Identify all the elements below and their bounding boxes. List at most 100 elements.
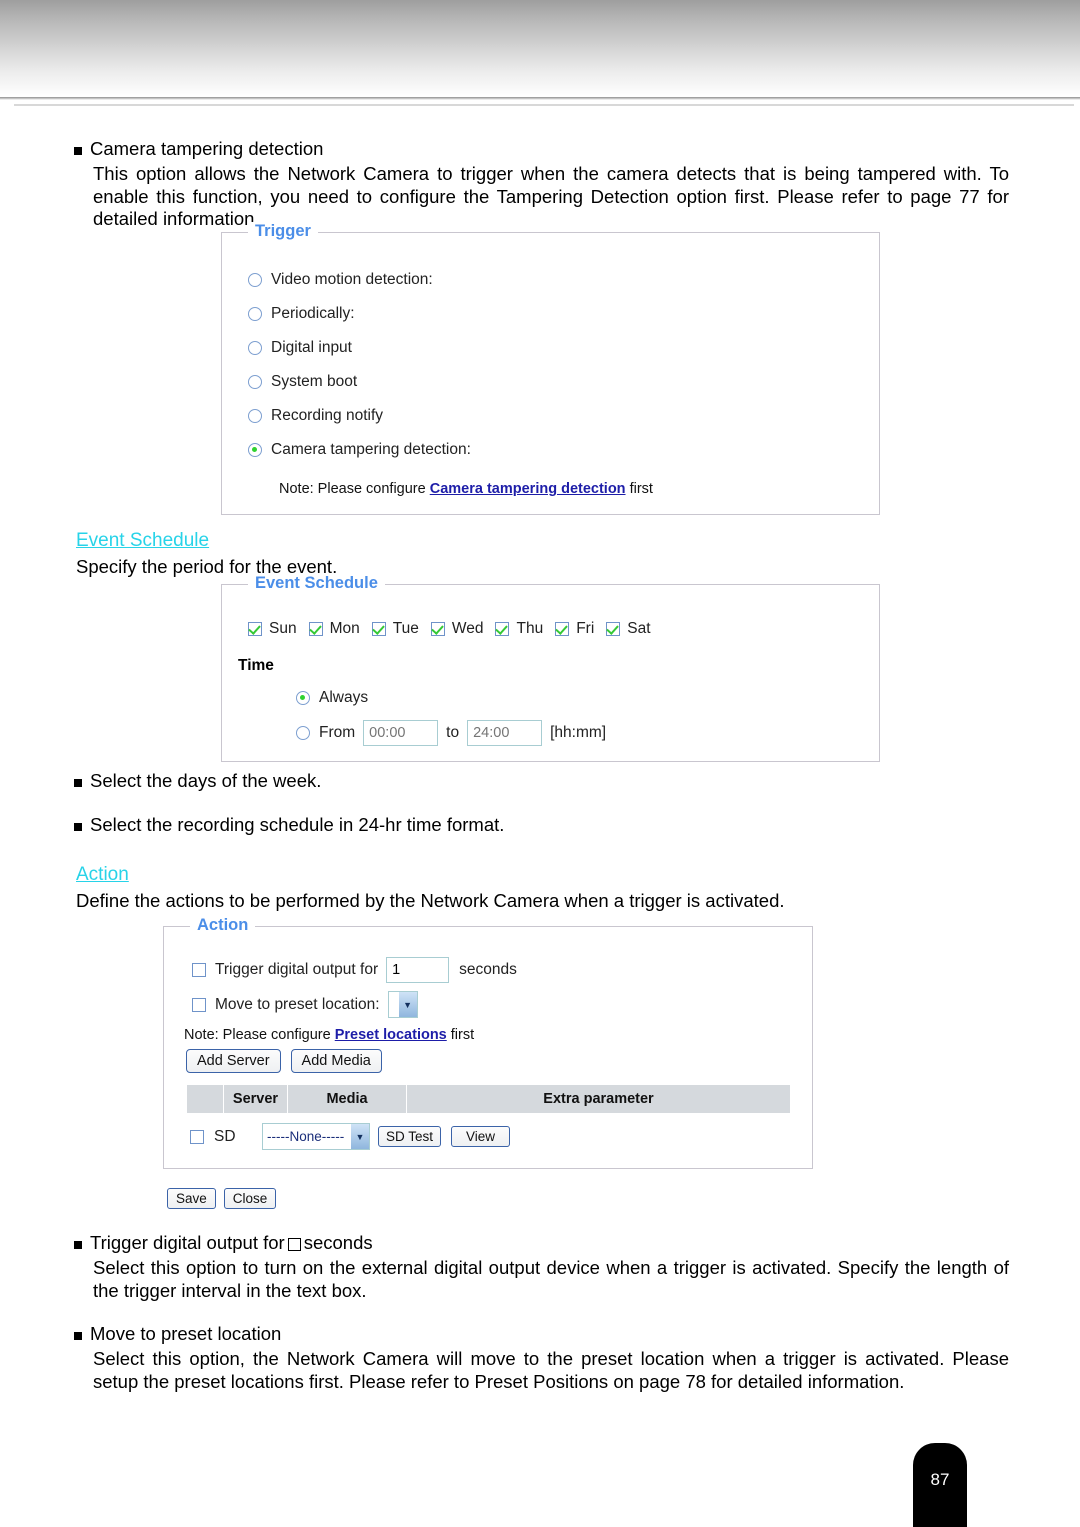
- action-trigger-digital-output-row[interactable]: Trigger digital output for seconds: [192, 957, 517, 983]
- checkbox-trigger-digital-output-icon[interactable]: [192, 963, 206, 977]
- add-media-button[interactable]: Add Media: [290, 1049, 382, 1073]
- radio-video-motion-detection-icon[interactable]: [248, 273, 262, 287]
- action-add-buttons: Add Server Add Media: [186, 1049, 382, 1073]
- action-table: Server Media Extra parameter: [186, 1084, 791, 1114]
- day-label-sat: Sat: [627, 620, 651, 637]
- preset-location-select[interactable]: ▼: [387, 991, 418, 1018]
- page-number: 87: [930, 1470, 950, 1489]
- bottom-bullet-row: Move to preset location: [74, 1323, 1009, 1345]
- bullet-square-icon: [74, 779, 82, 787]
- preset-locations-link[interactable]: Preset locations: [335, 1027, 447, 1043]
- trigger-option-label: Video motion detection:: [271, 271, 433, 288]
- to-label: to: [446, 724, 460, 741]
- action-move-to-preset-row[interactable]: Move to preset location: ▼: [192, 991, 418, 1018]
- page-number-tab: 87: [913, 1443, 967, 1527]
- to-time-input[interactable]: [467, 720, 543, 746]
- event-schedule-section: Event Schedule Specify the period for th…: [76, 530, 337, 578]
- trigger-option-video-motion-detection[interactable]: Video motion detection:: [248, 271, 433, 289]
- bullet-square-icon: [74, 823, 82, 831]
- radio-from-icon[interactable]: [296, 726, 310, 740]
- trigger-option-camera-tampering-detection[interactable]: Camera tampering detection:: [248, 441, 471, 459]
- trigger-panel: Trigger Video motion detection: Periodic…: [221, 222, 880, 515]
- trigger-option-recording-notify[interactable]: Recording notify: [248, 407, 383, 425]
- from-time-input[interactable]: [363, 720, 439, 746]
- checkbox-mon-icon[interactable]: [308, 622, 323, 636]
- media-select-value: -----None-----: [267, 1129, 345, 1144]
- radio-recording-notify-icon[interactable]: [248, 409, 262, 423]
- trigger-option-label: Camera tampering detection:: [271, 441, 471, 458]
- action-panel: Action Trigger digital output for second…: [163, 916, 813, 1169]
- trigger-option-label: Periodically:: [271, 305, 355, 322]
- media-select[interactable]: -----None----- ▼: [262, 1123, 370, 1150]
- bottom-bullet-title: Trigger digital output for seconds: [90, 1232, 373, 1254]
- view-button[interactable]: View: [451, 1126, 511, 1147]
- trigger-option-periodically[interactable]: Periodically:: [248, 305, 355, 323]
- table-cell-server-sd: SD: [214, 1127, 236, 1145]
- bullet-select-days: Select the days of the week.: [74, 770, 321, 792]
- empty-checkbox-glyph-icon: [287, 1237, 301, 1251]
- table-header-row: Server Media Extra parameter: [186, 1084, 791, 1114]
- trigger-note-suffix: first: [625, 481, 653, 497]
- trigger-option-label: Digital input: [271, 339, 352, 356]
- bottom-bullet-move-to-preset-location: Move to preset location Select this opti…: [74, 1323, 1009, 1393]
- time-option-from[interactable]: From to [hh:mm]: [296, 720, 606, 746]
- action-section: Action Define the actions to be performe…: [76, 864, 785, 912]
- move-to-preset-label: Move to preset location:: [215, 995, 380, 1013]
- from-label: From: [319, 724, 356, 741]
- day-label-sun: Sun: [269, 620, 297, 637]
- bottom-bullet-title: Move to preset location: [90, 1323, 282, 1344]
- close-button[interactable]: Close: [223, 1188, 277, 1209]
- checkbox-sd-row-icon[interactable]: [190, 1129, 204, 1144]
- trigger-note: Note: Please configure Camera tampering …: [279, 481, 653, 497]
- day-label-wed: Wed: [451, 620, 484, 637]
- intro-body-text: This option allows the Network Camera to…: [93, 163, 1009, 229]
- trigger-option-digital-input[interactable]: Digital input: [248, 339, 352, 357]
- day-label-tue: Tue: [392, 620, 419, 637]
- action-panel-legend: Action: [190, 916, 256, 935]
- seconds-label: seconds: [459, 961, 517, 978]
- checkbox-move-to-preset-icon[interactable]: [192, 997, 206, 1012]
- bullet-text: Select the recording schedule in 24-hr t…: [90, 814, 505, 835]
- bullet-square-icon: [74, 147, 82, 155]
- time-format-hint: [hh:mm]: [550, 724, 607, 741]
- bullet-title-after: seconds: [303, 1232, 373, 1253]
- event-schedule-panel: Event Schedule Sun Mon Tue Wed Thu Fri S…: [221, 574, 880, 762]
- radio-periodically-icon[interactable]: [248, 307, 262, 321]
- action-note-suffix: first: [446, 1027, 475, 1043]
- trigger-panel-legend: Trigger: [248, 222, 318, 241]
- form-action-buttons: Save Close: [167, 1188, 277, 1209]
- checkbox-fri-icon[interactable]: [555, 622, 570, 636]
- day-label-fri: Fri: [576, 620, 595, 637]
- bullet-title-before: Trigger digital output for: [90, 1232, 285, 1253]
- save-button[interactable]: Save: [167, 1188, 216, 1209]
- action-description: Define the actions to be performed by th…: [76, 890, 785, 911]
- camera-tampering-detection-link[interactable]: Camera tampering detection: [430, 481, 626, 497]
- sd-test-button[interactable]: SD Test: [378, 1126, 442, 1147]
- checkbox-sat-icon[interactable]: [606, 622, 621, 636]
- radio-digital-input-icon[interactable]: [248, 341, 262, 355]
- chevron-down-icon[interactable]: ▼: [398, 992, 417, 1017]
- chevron-down-icon[interactable]: ▼: [351, 1124, 369, 1149]
- intro-bullet-row: Camera tampering detection: [74, 138, 1009, 160]
- radio-camera-tampering-detection-icon[interactable]: [248, 443, 262, 457]
- always-label: Always: [319, 689, 369, 706]
- trigger-note-prefix: Note: Please configure: [279, 481, 430, 497]
- trigger-digital-output-seconds-input[interactable]: [386, 957, 450, 983]
- radio-system-boot-icon[interactable]: [248, 375, 262, 389]
- trigger-option-system-boot[interactable]: System boot: [248, 373, 357, 391]
- page-header-rule-secondary: [14, 104, 1074, 106]
- radio-always-icon[interactable]: [296, 691, 310, 705]
- page-header-band: [0, 0, 1080, 96]
- action-heading[interactable]: Action: [76, 864, 785, 886]
- time-option-always[interactable]: Always: [296, 689, 368, 707]
- checkbox-sun-icon[interactable]: [248, 622, 262, 636]
- checkbox-tue-icon[interactable]: [371, 622, 386, 636]
- bullet-text: Select the days of the week.: [90, 770, 322, 791]
- add-server-button[interactable]: Add Server: [186, 1049, 281, 1073]
- event-schedule-heading[interactable]: Event Schedule: [76, 530, 337, 552]
- day-label-thu: Thu: [516, 620, 544, 637]
- checkbox-thu-icon[interactable]: [495, 622, 510, 636]
- table-row: SD -----None----- ▼ SD Test View: [186, 1123, 511, 1150]
- checkbox-wed-icon[interactable]: [430, 622, 445, 636]
- trigger-digital-output-label: Trigger digital output for: [215, 961, 379, 978]
